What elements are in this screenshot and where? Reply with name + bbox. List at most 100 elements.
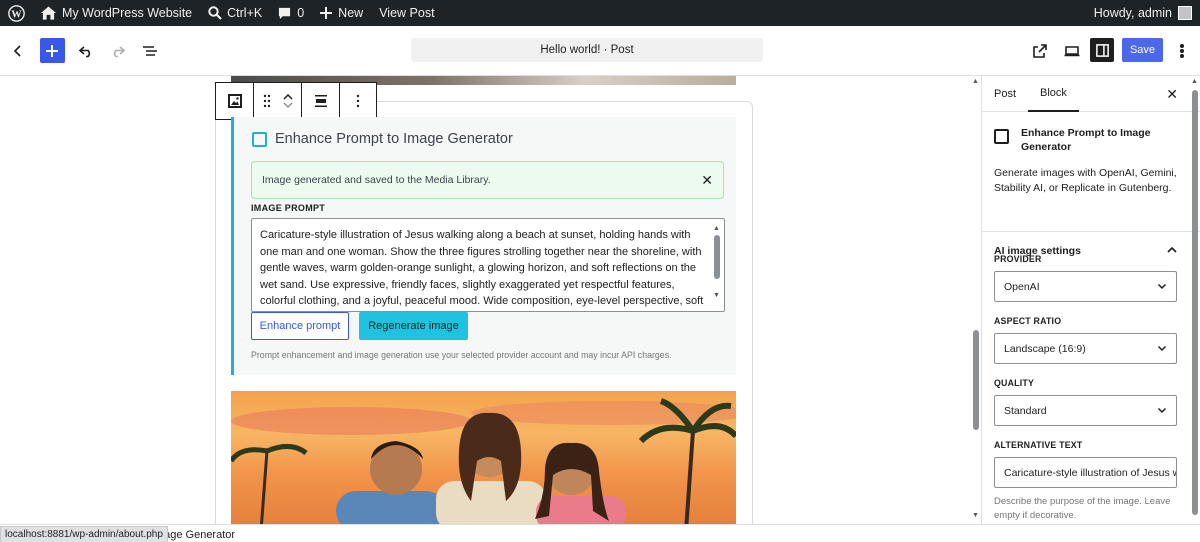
- image-icon: [252, 131, 267, 147]
- alt-text-input[interactable]: Caricature-style illustration of Jesus w: [994, 457, 1177, 488]
- site-name: My WordPress Website: [62, 6, 193, 20]
- charges-note: Prompt enhancement and image generation …: [251, 350, 672, 360]
- save-button[interactable]: Save: [1122, 38, 1163, 62]
- block-type-button[interactable]: [216, 83, 254, 119]
- admin-bar: W My WordPress Website Ctrl+K 0 New View…: [0, 0, 1200, 26]
- regenerate-label: Regenerate image: [368, 320, 459, 332]
- command-palette-button[interactable]: Ctrl+K: [200, 0, 270, 26]
- svg-text:W: W: [11, 9, 22, 20]
- document-title-bar[interactable]: Hello world! · Post: [411, 38, 763, 62]
- enhance-prompt-button[interactable]: Enhance prompt: [251, 312, 349, 340]
- list-view-icon: [143, 45, 157, 56]
- scroll-down-icon[interactable]: ▼: [713, 288, 720, 305]
- view-post-label: View Post: [379, 6, 435, 20]
- regenerate-image-button[interactable]: Regenerate image: [359, 312, 468, 340]
- add-block-toggle[interactable]: [39, 38, 65, 63]
- ai-settings-panel-toggle[interactable]: AI image settings: [982, 232, 1200, 270]
- new-content-link[interactable]: New: [312, 0, 371, 26]
- align-button[interactable]: [302, 83, 340, 119]
- site-name-link[interactable]: My WordPress Website: [33, 0, 200, 26]
- scroll-up-icon[interactable]: ▲: [972, 78, 979, 85]
- quality-value: Standard: [1004, 404, 1047, 417]
- generated-image-illustration: [231, 398, 736, 524]
- block-card: Enhance Prompt to Image Generator Genera…: [982, 112, 1200, 232]
- quality-select[interactable]: Standard: [994, 395, 1177, 426]
- scroll-down-icon[interactable]: ▼: [972, 512, 979, 519]
- view-post-link[interactable]: View Post: [371, 0, 442, 26]
- image-generator-block[interactable]: Enhance Prompt to Image Generator Image …: [231, 117, 736, 375]
- wordpress-logo-button[interactable]: W: [0, 0, 33, 26]
- sidebar-icon: [1095, 43, 1109, 57]
- chevron-left-icon: [13, 44, 21, 57]
- home-icon: [41, 6, 56, 20]
- prompt-scrollbar[interactable]: ▲ ▼: [713, 222, 722, 310]
- chevron-up-icon[interactable]: [282, 92, 294, 101]
- scroll-up-icon[interactable]: ▲: [1191, 78, 1198, 85]
- aspect-ratio-select[interactable]: Landscape (16:9): [994, 333, 1177, 364]
- tab-post-label: Post: [994, 87, 1017, 100]
- undo-button[interactable]: [70, 35, 102, 67]
- canvas-scroll-thumb[interactable]: [973, 330, 979, 430]
- back-button[interactable]: [2, 35, 34, 67]
- greeting: Howdy, admin: [1093, 6, 1172, 20]
- chevron-down-icon: [1157, 345, 1167, 352]
- move-controls: [254, 83, 302, 119]
- chevron-down-icon[interactable]: [282, 101, 294, 110]
- block-options-button[interactable]: [340, 83, 376, 119]
- save-label: Save: [1129, 44, 1156, 56]
- avatar: [1178, 6, 1192, 20]
- enhance-label: Enhance prompt: [259, 320, 341, 332]
- desktop-icon: [1064, 46, 1080, 57]
- editor-header: Hello world! · Post Save: [0, 26, 1200, 76]
- prompt-textarea[interactable]: Caricature-style illustration of Jesus w…: [251, 218, 725, 312]
- provider-select[interactable]: OpenAI: [994, 271, 1177, 302]
- alt-text-help: Describe the purpose of the image. Leave…: [994, 496, 1171, 521]
- canvas-scrollbar[interactable]: ▲ ▼: [970, 76, 981, 524]
- comments-count: 0: [297, 6, 305, 20]
- sidebar-tabs: Post Block ✕: [982, 76, 1200, 112]
- view-post-button[interactable]: [1024, 35, 1056, 67]
- align-center-icon: [314, 95, 327, 107]
- tab-block[interactable]: Block: [1028, 76, 1079, 112]
- drag-handle-icon[interactable]: [262, 94, 272, 108]
- close-icon[interactable]: ✕: [1166, 86, 1178, 103]
- new-label: New: [338, 6, 364, 20]
- my-account-menu[interactable]: Howdy, admin: [1086, 0, 1200, 26]
- options-menu-button[interactable]: [1166, 35, 1198, 67]
- breadcrumb[interactable]: nage Generator: [158, 529, 235, 541]
- more-vertical-icon: [1180, 43, 1185, 59]
- chevron-down-icon: [1157, 407, 1167, 414]
- generated-image[interactable]: [231, 391, 736, 524]
- close-icon[interactable]: ✕: [701, 172, 713, 189]
- redo-button[interactable]: [102, 35, 134, 67]
- block-inserter-button[interactable]: [34, 35, 70, 67]
- comment-icon: [279, 7, 291, 19]
- block-breadcrumb-bar: nage Generator localhost:8881/wp-admin/a…: [0, 524, 1200, 542]
- search-icon: [208, 6, 222, 20]
- notice-text: Image generated and saved to the Media L…: [262, 174, 491, 186]
- document-overview-button[interactable]: [134, 35, 166, 67]
- status-url: localhost:8881/wp-admin/about.php: [5, 529, 163, 540]
- success-notice: Image generated and saved to the Media L…: [251, 161, 724, 199]
- scroll-thumb[interactable]: [714, 235, 720, 279]
- sidebar-scroll-thumb[interactable]: [1192, 90, 1198, 515]
- editor-canvas: Enhance Prompt to Image Generator Image …: [0, 76, 968, 524]
- comments-link[interactable]: 0: [270, 0, 312, 26]
- chevron-up-icon: [1167, 246, 1177, 253]
- sidebar-scrollbar[interactable]: ▲: [1189, 76, 1200, 524]
- tab-post[interactable]: Post: [982, 76, 1028, 112]
- wordpress-logo-icon: W: [8, 4, 25, 22]
- alt-text-label: ALTERNATIVE TEXT: [994, 440, 1083, 450]
- redo-icon: [113, 45, 126, 57]
- aspect-ratio-value: Landscape (16:9): [1004, 342, 1086, 355]
- status-url-tooltip: localhost:8881/wp-admin/about.php: [0, 526, 168, 542]
- image-icon: [227, 94, 242, 108]
- external-link-icon: [1033, 44, 1047, 58]
- aspect-ratio-label: ASPECT RATIO: [994, 316, 1062, 326]
- alt-text-value: Caricature-style illustration of Jesus w: [1004, 466, 1177, 479]
- tab-block-label: Block: [1040, 86, 1067, 99]
- settings-sidebar: Post Block ✕ Enhance Prompt to Image Gen…: [981, 76, 1200, 524]
- preview-button[interactable]: [1056, 35, 1088, 67]
- settings-sidebar-toggle[interactable]: [1090, 38, 1114, 62]
- block-title: Enhance Prompt to Image Generator: [252, 131, 513, 147]
